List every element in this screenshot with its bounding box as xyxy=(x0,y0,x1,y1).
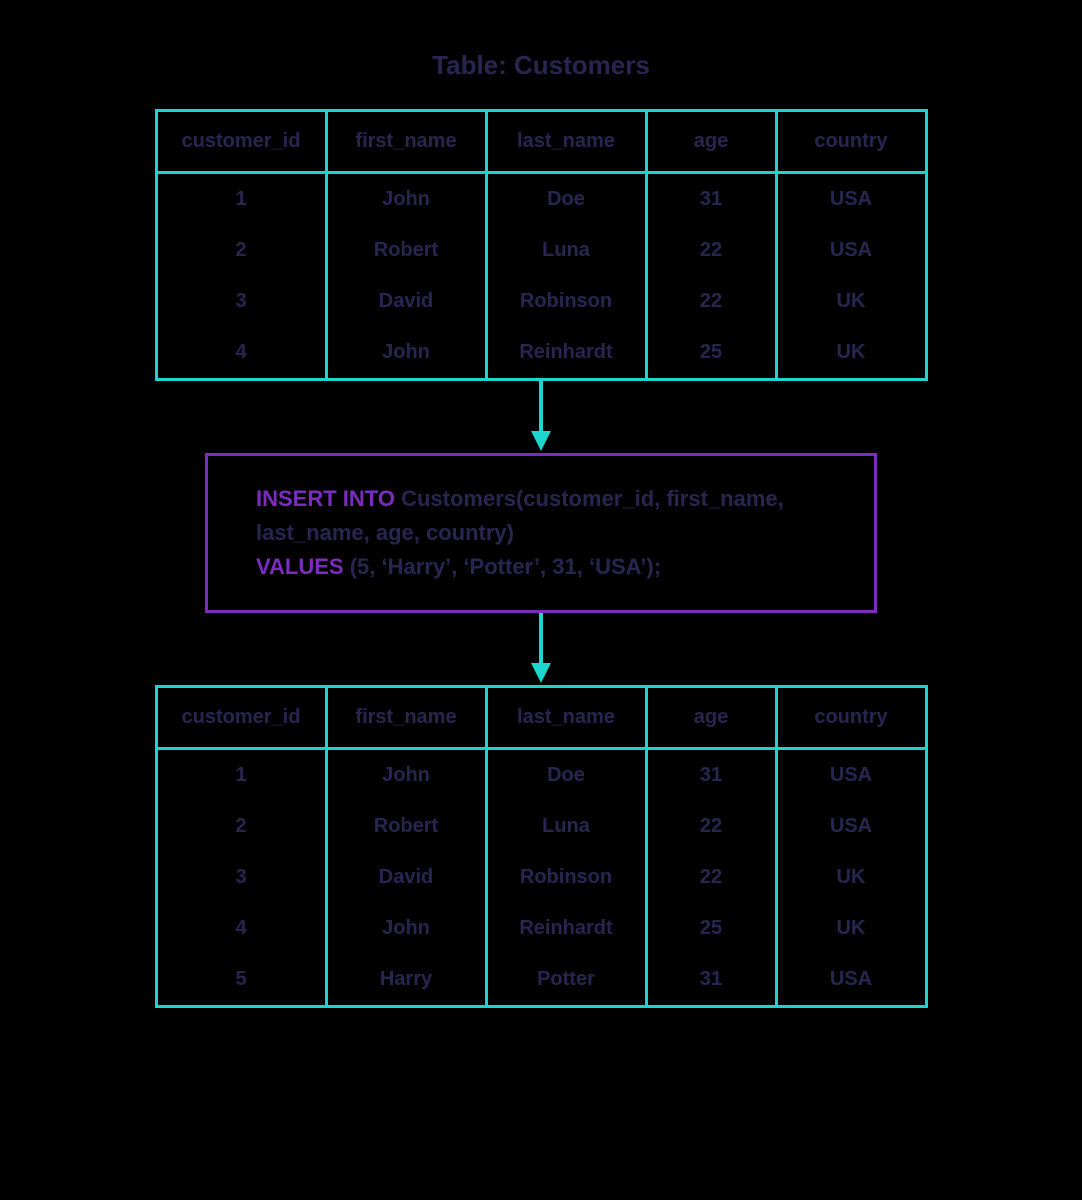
cell-age: 31 xyxy=(646,954,776,1007)
cell-last-name: Robinson xyxy=(486,852,646,903)
col-header-customer-id: customer_id xyxy=(156,687,326,749)
col-header-last-name: last_name xyxy=(486,111,646,173)
cell-last-name: Reinhardt xyxy=(486,327,646,380)
col-header-country: country xyxy=(776,687,926,749)
table-row: 3DavidRobinson22UK xyxy=(156,276,926,327)
col-header-last-name: last_name xyxy=(486,687,646,749)
page-title: Table: Customers xyxy=(432,50,650,81)
cell-first-name: John xyxy=(326,903,486,954)
table-header-row: customer_id first_name last_name age cou… xyxy=(156,687,926,749)
customers-table-before: customer_id first_name last_name age cou… xyxy=(155,109,928,381)
cell-country: USA xyxy=(776,173,926,226)
cell-first-name: David xyxy=(326,276,486,327)
cell-last-name: Doe xyxy=(486,173,646,226)
cell-customer-id: 5 xyxy=(156,954,326,1007)
cell-country: USA xyxy=(776,749,926,802)
table-header-row: customer_id first_name last_name age cou… xyxy=(156,111,926,173)
cell-last-name: Doe xyxy=(486,749,646,802)
sql-statement-box: INSERT INTO Customers(customer_id, first… xyxy=(205,453,877,613)
customers-table-after: customer_id first_name last_name age cou… xyxy=(155,685,928,1008)
table-body-before: 1JohnDoe31USA2RobertLuna22USA3DavidRobin… xyxy=(156,173,926,380)
cell-age: 31 xyxy=(646,749,776,802)
cell-country: UK xyxy=(776,276,926,327)
cell-first-name: Robert xyxy=(326,225,486,276)
arrow-down-2 xyxy=(526,613,556,685)
cell-last-name: Luna xyxy=(486,225,646,276)
arrow-down-1 xyxy=(526,381,556,453)
table-row: 4JohnReinhardt25UK xyxy=(156,903,926,954)
cell-age: 22 xyxy=(646,801,776,852)
cell-customer-id: 2 xyxy=(156,801,326,852)
cell-age: 22 xyxy=(646,225,776,276)
cell-country: UK xyxy=(776,327,926,380)
table-row: 2RobertLuna22USA xyxy=(156,801,926,852)
table-body-after: 1JohnDoe31USA2RobertLuna22USA3DavidRobin… xyxy=(156,749,926,1007)
col-header-age: age xyxy=(646,111,776,173)
cell-last-name: Reinhardt xyxy=(486,903,646,954)
sql-keyword-values: VALUES xyxy=(256,554,344,579)
col-header-country: country xyxy=(776,111,926,173)
cell-customer-id: 3 xyxy=(156,276,326,327)
cell-country: USA xyxy=(776,801,926,852)
col-header-age: age xyxy=(646,687,776,749)
cell-customer-id: 3 xyxy=(156,852,326,903)
col-header-first-name: first_name xyxy=(326,111,486,173)
cell-age: 31 xyxy=(646,173,776,226)
arrow-down-icon xyxy=(526,613,556,685)
cell-country: USA xyxy=(776,954,926,1007)
cell-age: 22 xyxy=(646,276,776,327)
cell-first-name: David xyxy=(326,852,486,903)
cell-age: 25 xyxy=(646,903,776,954)
table-row: 1JohnDoe31USA xyxy=(156,749,926,802)
cell-country: UK xyxy=(776,852,926,903)
cell-age: 22 xyxy=(646,852,776,903)
arrow-down-icon xyxy=(526,381,556,453)
cell-customer-id: 4 xyxy=(156,903,326,954)
sql-text-line2: (5, ‘Harry’, ‘Potter’, 31, ‘USA’); xyxy=(344,554,661,579)
cell-last-name: Potter xyxy=(486,954,646,1007)
table-row: 5HarryPotter31USA xyxy=(156,954,926,1007)
cell-customer-id: 1 xyxy=(156,749,326,802)
cell-first-name: Robert xyxy=(326,801,486,852)
table-row: 4JohnReinhardt25UK xyxy=(156,327,926,380)
cell-first-name: John xyxy=(326,749,486,802)
cell-last-name: Robinson xyxy=(486,276,646,327)
cell-last-name: Luna xyxy=(486,801,646,852)
cell-country: UK xyxy=(776,903,926,954)
table-row: 3DavidRobinson22UK xyxy=(156,852,926,903)
cell-customer-id: 2 xyxy=(156,225,326,276)
cell-country: USA xyxy=(776,225,926,276)
cell-customer-id: 4 xyxy=(156,327,326,380)
cell-first-name: John xyxy=(326,327,486,380)
cell-first-name: Harry xyxy=(326,954,486,1007)
cell-first-name: John xyxy=(326,173,486,226)
col-header-customer-id: customer_id xyxy=(156,111,326,173)
cell-age: 25 xyxy=(646,327,776,380)
sql-keyword-insert-into: INSERT INTO xyxy=(256,486,395,511)
table-row: 2RobertLuna22USA xyxy=(156,225,926,276)
col-header-first-name: first_name xyxy=(326,687,486,749)
table-row: 1JohnDoe31USA xyxy=(156,173,926,226)
cell-customer-id: 1 xyxy=(156,173,326,226)
